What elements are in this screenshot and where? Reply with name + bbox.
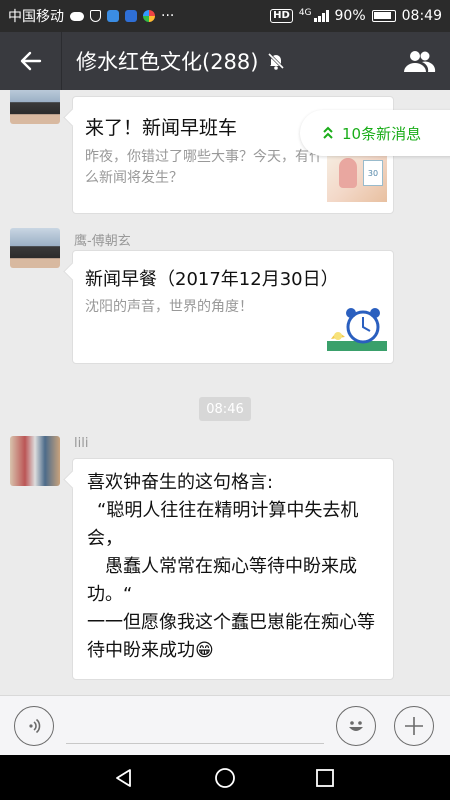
double-chevron-up-icon	[323, 126, 333, 139]
new-messages-label: 10条新消息	[342, 124, 422, 143]
message-line: 愚蠢人常常在痴心等待中盼来成功。“	[87, 556, 357, 605]
message-list[interactable]: 来了！新闻早班车 昨夜，你错过了哪些大事？今天，有什么新闻将发生？ 30 鹰-傅…	[0, 90, 450, 695]
card-thumbnail: 30	[327, 152, 387, 202]
avatar[interactable]	[10, 436, 60, 486]
more-notifications-icon: ···	[161, 8, 175, 24]
chat-title-wrap: 修水红色文化(288)	[76, 46, 286, 76]
hd-icon: HD	[270, 9, 293, 23]
app-icon-blue	[107, 10, 119, 22]
message-line: 一一但愿像我这个蠢巴崽能在痴心等待中盼来成功😁	[87, 612, 375, 661]
group-members-button[interactable]	[388, 32, 450, 90]
avatar[interactable]	[10, 90, 60, 124]
card-description: 昨夜，你错过了哪些大事？今天，有什么新闻将发生？	[85, 149, 323, 186]
timestamp-chip: 08:46	[199, 397, 251, 421]
card-description: 沈阳的声音，世界的角度！	[85, 299, 253, 315]
message-line: “聪明人往往在精明计算中失去机会，	[87, 500, 359, 549]
nav-home-icon[interactable]	[213, 766, 237, 790]
back-arrow-icon	[20, 51, 41, 71]
nav-back-icon[interactable]	[112, 766, 136, 790]
shield-icon	[90, 10, 101, 22]
sender-name: lili	[74, 436, 89, 451]
voice-icon	[29, 718, 41, 734]
text-message[interactable]: 喜欢钟奋生的这句格言: “聪明人往往在精明计算中失去机会， 愚蠢人常常在痴心等待…	[72, 458, 394, 680]
emoji-button[interactable]	[336, 706, 376, 746]
battery-percent: 90%	[334, 8, 366, 24]
status-bar: 中国移动 ··· HD 4G 90% 08:49	[0, 0, 450, 32]
carrier-label: 中国移动	[8, 9, 64, 25]
app-icon-paw	[125, 10, 137, 22]
chat-title: 修水红色文化(288)	[76, 50, 259, 74]
card-title: 新闻早餐（2017年12月30日）	[85, 269, 339, 290]
plus-icon	[405, 717, 423, 735]
nav-recents-icon[interactable]	[313, 766, 337, 790]
card-title: 来了！新闻早班车	[85, 117, 238, 139]
input-bar	[0, 695, 450, 755]
new-messages-button[interactable]: 10条新消息	[300, 110, 450, 156]
chat-header: 修水红色文化(288)	[0, 32, 450, 90]
avatar[interactable]	[10, 228, 60, 268]
group-members-icon	[404, 51, 436, 72]
voice-button[interactable]	[14, 706, 54, 746]
network-type: 4G	[298, 8, 312, 18]
back-button[interactable]	[0, 32, 62, 90]
system-nav-bar	[0, 755, 450, 800]
clock: 08:49	[401, 8, 442, 24]
sender-name: 鹰-傅朝玄	[74, 234, 131, 249]
message-line: 喜欢钟奋生的这句格言:	[87, 472, 274, 493]
message-input[interactable]	[66, 743, 324, 744]
cloud-icon	[70, 11, 84, 21]
emoji-icon	[349, 721, 363, 731]
alarm-clock-thumbnail	[327, 308, 387, 351]
more-functions-button[interactable]	[394, 706, 434, 746]
bell-muted-icon	[268, 52, 285, 70]
app-icon-color	[143, 10, 155, 22]
signal-icon	[313, 10, 329, 22]
link-card-message[interactable]: 新闻早餐（2017年12月30日） 沈阳的声音，世界的角度！	[72, 250, 394, 364]
battery-icon	[371, 10, 396, 22]
message-text: 喜欢钟奋生的这句格言: “聪明人往往在精明计算中失去机会， 愚蠢人常常在痴心等待…	[87, 469, 387, 665]
